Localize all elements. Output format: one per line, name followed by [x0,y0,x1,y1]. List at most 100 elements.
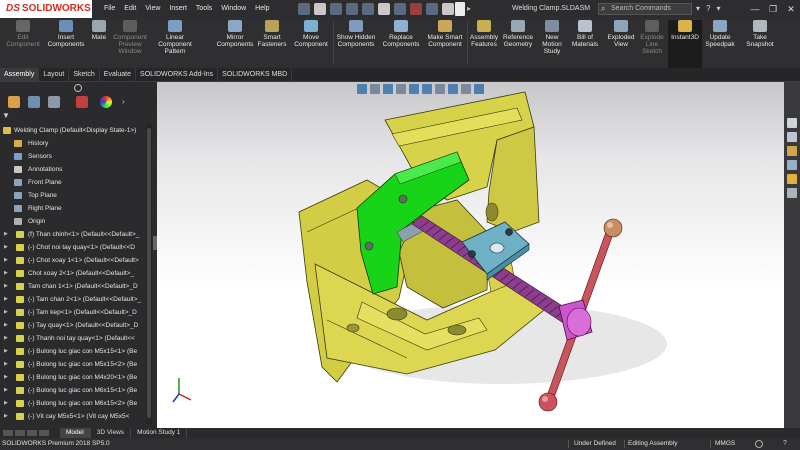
expand-arrow-icon[interactable]: ▶ [4,371,10,384]
menu-edit[interactable]: Edit [124,0,136,18]
assembly-model-view[interactable] [157,82,784,428]
tree-item[interactable]: ▶ (-) Bulong luc giac con M6x15<1> (Be [0,384,153,397]
search-commands-input[interactable]: ⌕ Search Commands [598,3,692,15]
tab-sketch[interactable]: Sketch [69,68,100,81]
expand-arrow-icon[interactable]: ▶ [4,345,10,358]
smart-fasteners-button[interactable]: Smart Fasteners [256,20,288,68]
menu-view[interactable]: View [145,0,160,18]
select-cursor-icon[interactable] [455,2,465,16]
close-icon[interactable]: ✕ [782,0,800,18]
tab-motion-study-1[interactable]: Motion Study 1 [131,428,188,438]
tree-item[interactable]: Annotations [0,163,153,176]
configuration-manager-tab-icon[interactable] [48,96,60,108]
menu-help[interactable]: Help [255,0,269,18]
menu-tools[interactable]: Tools [196,0,212,18]
tree-item[interactable]: Top Plane [0,189,153,202]
make-smart-component-button[interactable]: Make Smart Component [424,20,466,68]
scrollbar-thumb[interactable] [147,128,151,418]
linear-component-pattern-button[interactable]: Linear Component Pattern [150,20,200,68]
tree-root[interactable]: Welding Clamp (Default<Display State-1>) [0,124,153,137]
expand-arrow-icon[interactable]: ▶ [4,358,10,371]
undo-icon[interactable] [378,3,390,15]
next-tab-arrow-icon[interactable] [27,430,37,436]
redo-icon[interactable] [394,3,406,15]
design-library-icon[interactable] [787,132,797,142]
tree-item[interactable]: ▶ (-) Bulong luc giac con M5x15<1> (Be [0,345,153,358]
bill-of-materials-button[interactable]: Bill of Materials [568,20,602,68]
assembly-features-button[interactable]: Assembly Features [469,20,499,68]
tab-3d-views[interactable]: 3D Views [91,428,132,438]
tree-item[interactable]: ▶ Chot xoay 2<1> (Default<<Default>_ [0,267,153,280]
options-icon[interactable] [442,3,454,15]
file-properties-icon[interactable] [426,3,438,15]
display-manager-tab-icon[interactable] [100,96,112,108]
expand-arrow-icon[interactable]: ▶ [4,254,10,267]
last-tab-arrow-icon[interactable] [39,430,49,436]
first-tab-arrow-icon[interactable] [3,430,13,436]
tree-item[interactable]: ▶ (-) Vit cay M5x5<1> (Vit cay M5x5< [0,410,153,423]
expand-arrow-icon[interactable]: ▶ [4,241,10,254]
expand-arrow-icon[interactable]: ▶ [4,332,10,345]
component-preview-window-button[interactable]: Component Preview Window [110,20,150,68]
expand-arrow-icon[interactable]: ▶ [4,397,10,410]
tree-item[interactable]: ▶ (-) Chot xoay 1<1> (Default<<Default> [0,254,153,267]
chevron-right-icon[interactable]: ▸ [467,2,477,16]
solidworks-logo[interactable]: DS SOLIDWORKS [0,0,92,18]
save-icon[interactable] [346,3,358,15]
tree-item[interactable]: Right Plane [0,202,153,215]
restore-icon[interactable]: ❐ [764,0,782,18]
home-icon[interactable] [298,3,310,15]
tree-item[interactable]: Front Plane [0,176,153,189]
tree-item[interactable]: Sensors [0,150,153,163]
mirror-components-button[interactable]: Mirror Components [216,20,254,68]
tree-item[interactable]: ▶ (-) Bulong luc giac con M5x15<2> (Be [0,358,153,371]
previous-tab-arrow-icon[interactable] [15,430,25,436]
rebuild-status-icon[interactable] [755,440,763,448]
open-file-icon[interactable] [330,3,342,15]
tree-item[interactable]: ▶ (-) Thanh noi tay quay<1> (Default<< [0,332,153,345]
print-icon[interactable] [362,3,374,15]
instant3d-button[interactable]: Instant3D [668,20,702,68]
tree-item[interactable]: ▶ (-) Chot noi tay quay<1> (Default<<D [0,241,153,254]
dimxpert-tab-icon[interactable] [76,96,88,108]
tree-item[interactable]: History [0,137,153,150]
tree-item[interactable]: ▶ (-) Tam kep<1> (Default<<Default>_D [0,306,153,319]
dropdown-icon[interactable]: ▾ [696,3,700,15]
menu-file[interactable]: File [104,0,115,18]
tab-solidworks-mbd[interactable]: SOLIDWORKS MBD [218,68,293,81]
take-snapshot-button[interactable]: Take Snapshot [742,20,778,68]
tree-item[interactable]: ▶ (f) Than chinh<1> (Default<<Default>_ [0,228,153,241]
tree-item[interactable]: ▶ (-) Bulong luc giac con M4x20<1> (Be [0,371,153,384]
help-icon[interactable]: ? [706,3,710,15]
unit-system[interactable]: MMGS [715,438,735,450]
tab-solidworks-add-ins[interactable]: SOLIDWORKS Add-Ins [136,68,219,81]
new-motion-study-button[interactable]: New Motion Study [540,20,564,68]
tab-model[interactable]: Model [60,428,91,438]
tree-item[interactable]: ▶ Tam chan 1<1> (Default<<Default>_D [0,280,153,293]
tree-item[interactable]: ▶ (-) Tay quay<1> (Default<<Default>_D [0,319,153,332]
move-component-button[interactable]: Move Component [290,20,332,68]
feature-manager-tab-icon[interactable] [8,96,20,108]
tab-layout[interactable]: Layout [39,68,70,81]
menu-insert[interactable]: Insert [169,0,187,18]
mate-button[interactable]: Mate [88,20,110,68]
tab-evaluate[interactable]: Evaluate [100,68,137,81]
expand-arrow-icon[interactable]: ▶ [4,293,10,306]
property-manager-tab-icon[interactable] [28,96,40,108]
expand-arrow-icon[interactable]: ▶ [4,228,10,241]
chevron-right-icon[interactable]: › [122,97,125,106]
menu-window[interactable]: Window [221,0,246,18]
expand-arrow-icon[interactable]: ▶ [4,410,10,423]
new-file-icon[interactable] [314,3,326,15]
update-speedpak-button[interactable]: Update Speedpak [704,20,736,68]
expand-arrow-icon[interactable]: ▶ [4,267,10,280]
crosshair-icon[interactable] [74,84,82,92]
chevron-down-icon[interactable]: ▾ [716,3,720,15]
panel-scrollbar[interactable] [146,124,152,424]
minimize-icon[interactable]: — [746,0,764,18]
expand-arrow-icon[interactable]: ▶ [4,306,10,319]
graphics-area[interactable] [157,82,784,428]
tree-item[interactable]: ▶ (-) Tam chan 2<1> (Default<<Default>_ [0,293,153,306]
appearances-icon[interactable] [787,174,797,184]
expand-arrow-icon[interactable]: ▶ [4,319,10,332]
